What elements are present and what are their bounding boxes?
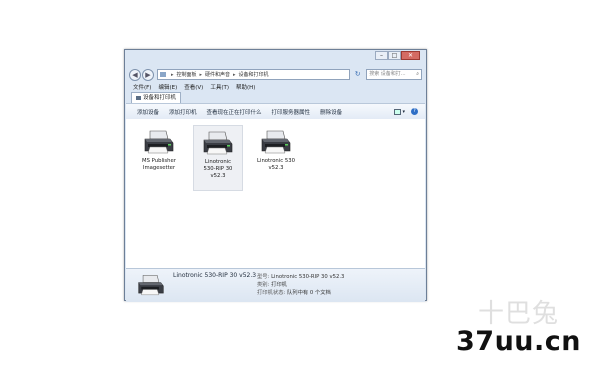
minimize-button[interactable]: –	[375, 51, 388, 60]
tab-label: 设备和打印机	[143, 95, 177, 101]
change-view-button[interactable]: ▾	[394, 108, 405, 115]
forward-button[interactable]: ▶	[141, 68, 154, 81]
window-controls: – □ ✕	[375, 51, 420, 60]
address-row: ◀ ▶ ▸ 控制面板 ▸ 硬件和声音 ▸ 设备和打印机 ↻ 搜索 设备和打...…	[129, 67, 422, 82]
printer-icon	[138, 275, 164, 296]
watermark-logo-text: 十巴兔	[478, 299, 560, 329]
breadcrumb-control-panel[interactable]: 控制面板	[176, 71, 196, 78]
print-server-properties-button[interactable]: 打印服务器属性	[272, 108, 311, 116]
device-label: Linotronic 530 v52.3	[251, 158, 301, 172]
breadcrumb-devices-and-printers[interactable]: 设备和打印机	[239, 71, 269, 78]
watermark-url: 37uu.cn	[456, 326, 581, 357]
device-label-line: v52.3	[210, 173, 226, 179]
menu-view[interactable]: 查看(V)	[184, 83, 203, 91]
folder-icon	[159, 72, 166, 77]
maximize-button[interactable]: □	[388, 51, 401, 60]
detail-model: 型号: Linotronic 530-RIP 30 v52.3	[257, 272, 344, 280]
breadcrumb-separator: ▸	[233, 71, 236, 78]
chevron-down-icon: ▾	[402, 108, 405, 115]
device-label-line: MS Publisher	[142, 158, 176, 164]
detail-category: 类别: 打印机	[257, 280, 287, 288]
selected-device-name: Linotronic 530-RIP 30 v52.3	[173, 272, 257, 279]
add-printer-button[interactable]: 添加打印机	[169, 108, 197, 116]
tab-row: 设备和打印机	[131, 92, 421, 103]
search-input[interactable]: 搜索 设备和打... ⌕	[366, 69, 422, 80]
printer-small-icon	[136, 95, 141, 100]
breadcrumb-separator: ▸	[170, 71, 174, 78]
tab-devices-and-printers[interactable]: 设备和打印机	[131, 92, 182, 103]
help-icon[interactable]: ?	[411, 108, 418, 115]
menu-file[interactable]: 文件(F)	[133, 83, 151, 91]
device-label-line: Imagesetter	[142, 165, 176, 171]
address-bar[interactable]: ▸ 控制面板 ▸ 硬件和声音 ▸ 设备和打印机	[156, 69, 351, 80]
details-pane: Linotronic 530-RIP 30 v52.3 型号: Linotron…	[126, 268, 425, 302]
refresh-icon[interactable]: ↻	[352, 69, 363, 80]
site-watermark: 十巴兔 37uu.cn	[456, 293, 581, 373]
device-label-line: v52.3	[268, 165, 284, 171]
toolbar-right: ▾ ?	[394, 108, 418, 115]
breadcrumb-separator: ▸	[199, 71, 202, 78]
search-icon: ⌕	[416, 71, 419, 77]
device-label-line: Linotronic	[204, 159, 232, 165]
search-placeholder: 搜索 设备和打...	[369, 71, 406, 77]
see-whats-printing-button[interactable]: 查看现在正在打印什么	[207, 108, 262, 116]
device-list: MS Publisher Imagesetter Linotronic 530-…	[126, 119, 425, 268]
detail-status-value: 队列中有 0 个文档	[286, 290, 331, 296]
menu-bar: 文件(F) 编辑(E) 查看(V) 工具(T) 帮助(H)	[133, 83, 255, 91]
command-bar: 添加设备 添加打印机 查看现在正在打印什么 打印服务器属性 删除设备 ▾ ?	[126, 103, 425, 120]
device-label-line: 530-RIP 30	[203, 166, 233, 172]
breadcrumb-hardware-and-sound[interactable]: 硬件和声音	[205, 71, 230, 78]
devices-and-printers-window: – □ ✕ ◀ ▶ ▸ 控制面板 ▸ 硬件和声音 ▸ 设备和打印机 ↻ 搜索 设…	[124, 49, 427, 302]
device-label: MS Publisher Imagesetter	[134, 158, 184, 172]
printer-icon	[144, 130, 174, 154]
remove-device-button[interactable]: 删除设备	[320, 108, 342, 116]
device-label-line: Linotronic 530	[257, 158, 295, 164]
device-item-linotronic-530[interactable]: Linotronic 530 v52.3	[251, 125, 301, 191]
device-item-linotronic-530-rip-30[interactable]: Linotronic 530-RIP 30 v52.3	[193, 125, 243, 191]
device-label: Linotronic 530-RIP 30 v52.3	[194, 159, 242, 180]
detail-status-key: 打印机状态:	[257, 290, 286, 296]
view-icon	[394, 108, 402, 115]
menu-tools[interactable]: 工具(T)	[210, 83, 229, 91]
printer-icon	[203, 131, 233, 155]
back-button[interactable]: ◀	[129, 68, 141, 81]
printer-icon	[261, 130, 291, 154]
menu-edit[interactable]: 编辑(E)	[158, 83, 177, 91]
add-device-button[interactable]: 添加设备	[137, 108, 159, 116]
close-button[interactable]: ✕	[401, 51, 420, 60]
device-item-ms-publisher[interactable]: MS Publisher Imagesetter	[134, 125, 184, 191]
detail-status: 打印机状态: 队列中有 0 个文档	[257, 288, 331, 296]
menu-help[interactable]: 帮助(H)	[236, 83, 255, 91]
